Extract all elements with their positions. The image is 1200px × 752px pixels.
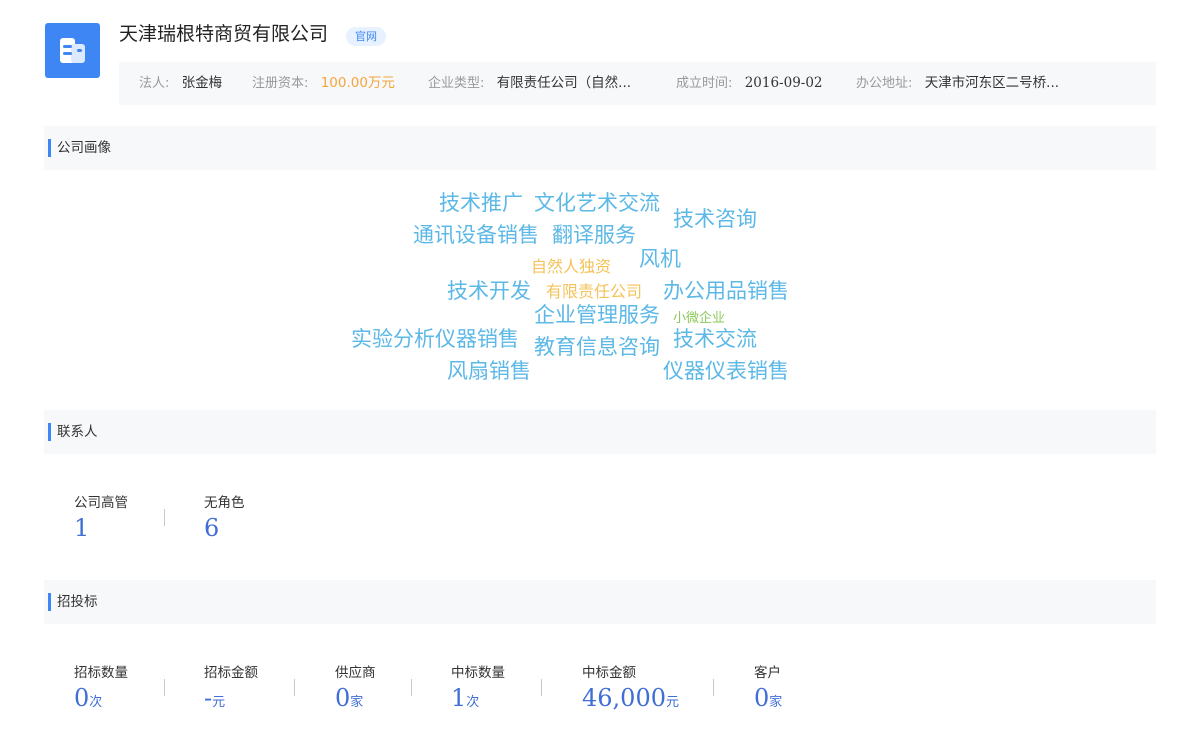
stat-label: 中标金额 [582, 665, 636, 681]
bidding-stat-customers[interactable]: 客户 0家 [754, 664, 782, 717]
section-title: 联系人 [57, 424, 98, 440]
section-marker [48, 423, 51, 441]
company-logo [45, 23, 100, 78]
cloud-word[interactable]: 自然人独资 [531, 259, 611, 275]
info-value: 2016-09-02 [744, 75, 823, 91]
cloud-word[interactable]: 风机 [639, 249, 681, 270]
cloud-word[interactable]: 有限责任公司 [546, 284, 642, 300]
info-established: 成立时间: 2016-09-02 [676, 62, 823, 105]
bidding-stat-tender-count[interactable]: 招标数量 0次 [74, 664, 128, 717]
cloud-word[interactable]: 仪器仪表销售 [663, 361, 789, 382]
cloud-word[interactable]: 教育信息咨询 [534, 337, 660, 358]
stat-divider [411, 679, 412, 696]
info-address: 办公地址: 天津市河东区二号桥... [856, 62, 1059, 105]
stat-label: 无角色 [204, 495, 245, 511]
stat-divider [294, 679, 295, 696]
stat-value: 0家 [754, 684, 783, 712]
info-value: 天津市河东区二号桥... [924, 75, 1060, 91]
cloud-word[interactable]: 技术推广 [439, 193, 523, 214]
website-badge[interactable]: 官网 [346, 27, 386, 46]
stat-value: 0家 [335, 684, 364, 712]
section-marker [48, 593, 51, 611]
cloud-word[interactable]: 风扇销售 [447, 361, 531, 382]
stat-label: 招标金额 [204, 665, 258, 681]
stat-label: 中标数量 [451, 665, 505, 681]
info-label: 注册资本: [252, 76, 309, 91]
cloud-word[interactable]: 实验分析仪器销售 [351, 329, 519, 350]
stat-value: 1 [74, 514, 90, 542]
section-title: 公司画像 [57, 140, 111, 156]
cloud-word[interactable]: 通讯设备销售 [413, 225, 539, 246]
info-company-type: 企业类型: 有限责任公司（自然... [428, 62, 631, 105]
stat-value: 6 [204, 514, 220, 542]
cloud-word[interactable]: 文化艺术交流 [534, 193, 660, 214]
stat-label: 客户 [754, 665, 781, 681]
stat-label: 公司高管 [74, 495, 128, 511]
stat-label: 供应商 [335, 665, 376, 681]
section-title: 招投标 [57, 594, 98, 610]
company-name: 天津瑞根特商贸有限公司 [119, 23, 329, 45]
stat-value: 0次 [74, 684, 103, 712]
cloud-word[interactable]: 翻译服务 [552, 225, 636, 246]
stat-value: 1次 [451, 684, 480, 712]
section-contacts: 联系人 [44, 410, 1156, 454]
contact-stat-executives[interactable]: 公司高管 1 [74, 494, 128, 547]
stat-value: 46,000元 [582, 684, 679, 712]
stat-value: -元 [204, 684, 226, 712]
bidding-stat-tender-amount[interactable]: 招标金额 -元 [204, 664, 258, 717]
stat-label: 招标数量 [74, 665, 128, 681]
cloud-word[interactable]: 办公用品销售 [663, 281, 789, 302]
cloud-word[interactable]: 技术开发 [447, 281, 531, 302]
stat-divider [713, 679, 714, 696]
bidding-stat-suppliers[interactable]: 供应商 0家 [335, 664, 376, 717]
info-registered-capital: 注册资本: 100.00万元 [252, 62, 395, 105]
section-bidding: 招投标 [44, 580, 1156, 624]
info-value[interactable]: 张金梅 [182, 75, 223, 91]
bidding-stat-win-count[interactable]: 中标数量 1次 [451, 664, 505, 717]
info-value: 有限责任公司（自然... [496, 75, 632, 91]
info-label: 成立时间: [676, 76, 733, 91]
info-label: 办公地址: [856, 76, 913, 91]
bidding-stat-win-amount[interactable]: 中标金额 46,000元 [582, 664, 679, 717]
cloud-word[interactable]: 企业管理服务 [534, 305, 660, 326]
info-value: 100.00万元 [320, 75, 395, 91]
company-info-bar: 法人: 张金梅 注册资本: 100.00万元 企业类型: 有限责任公司（自然..… [119, 62, 1156, 105]
info-legal-person: 法人: 张金梅 [139, 62, 222, 105]
stat-divider [541, 679, 542, 696]
cloud-word[interactable]: 小微企业 [673, 312, 725, 325]
info-label: 企业类型: [428, 76, 485, 91]
section-marker [48, 139, 51, 157]
cloud-word[interactable]: 技术咨询 [673, 209, 757, 230]
contact-stat-no-role[interactable]: 无角色 6 [204, 494, 245, 547]
cloud-word[interactable]: 技术交流 [673, 329, 757, 350]
stat-divider [164, 679, 165, 696]
building-icon [60, 38, 85, 63]
stat-divider [164, 509, 165, 526]
info-label: 法人: [139, 76, 170, 91]
section-company-portrait: 公司画像 [44, 126, 1156, 170]
